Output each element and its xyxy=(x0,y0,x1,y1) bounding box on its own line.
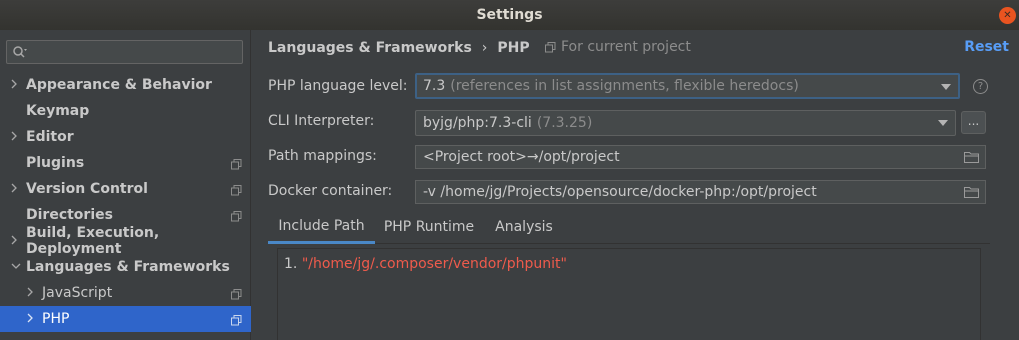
tab-label: PHP Runtime xyxy=(383,219,475,235)
path-mappings-label: Path mappings: xyxy=(268,148,377,164)
sidebar-item-editor[interactable]: Editor xyxy=(0,124,251,150)
search-icon xyxy=(13,46,27,58)
project-scope-icon xyxy=(231,184,242,200)
project-scope-icon xyxy=(231,288,242,304)
sidebar-item-label: Directories xyxy=(26,207,113,223)
sidebar-item-label: PHP xyxy=(42,311,70,327)
include-path-list[interactable]: 1. "/home/jg/.composer/vendor/phpunit" xyxy=(277,248,981,340)
language-level-label: PHP language level: xyxy=(268,78,408,94)
browse-interpreter-button[interactable]: ... xyxy=(961,111,986,134)
sidebar-item-label: Languages & Frameworks xyxy=(26,259,230,275)
sidebar-item-version-control[interactable]: Version Control xyxy=(0,176,251,202)
chevron-right-icon[interactable] xyxy=(26,312,36,326)
window-titlebar: Settings ✕ xyxy=(0,0,1019,30)
chevron-right-icon[interactable] xyxy=(10,78,20,92)
path-mappings-field[interactable]: <Project root>→/opt/project xyxy=(415,145,986,169)
include-path-value: "/home/jg/.composer/vendor/phpunit" xyxy=(301,256,567,272)
sidebar-item-keymap[interactable]: Keymap xyxy=(0,98,251,124)
sidebar-item-label: Plugins xyxy=(26,155,85,171)
window-title: Settings xyxy=(476,7,543,23)
sidebar-item-languages-frameworks[interactable]: Languages & Frameworks xyxy=(0,254,251,280)
sidebar-item-label: Appearance & Behavior xyxy=(26,77,212,93)
sidebar-item-php[interactable]: PHP xyxy=(0,306,251,332)
tab-analysis[interactable]: Analysis xyxy=(489,210,559,244)
scope-label: For current project xyxy=(561,39,691,55)
sidebar-item-label: Editor xyxy=(26,129,74,145)
tab-label: Include Path xyxy=(278,217,365,234)
breadcrumb-current: PHP xyxy=(497,40,530,56)
sidebar-item-appearance-behavior[interactable]: Appearance & Behavior xyxy=(0,72,251,98)
breadcrumb-separator: › xyxy=(481,40,488,56)
path-mappings-value: <Project root>→/opt/project xyxy=(423,149,620,165)
project-scope-icon xyxy=(231,314,242,330)
list-item[interactable]: 1. "/home/jg/.composer/vendor/phpunit" xyxy=(284,256,567,272)
folder-icon[interactable] xyxy=(964,151,979,163)
settings-content: Languages & Frameworks › PHP For current… xyxy=(252,30,1019,340)
chevron-right-icon[interactable] xyxy=(26,286,36,300)
reset-link[interactable]: Reset xyxy=(964,39,1009,55)
sidebar-item-build-execution-deployment[interactable]: Build, Execution, Deployment xyxy=(0,225,251,257)
help-glyph: ? xyxy=(977,81,984,92)
dropdown-arrow-icon xyxy=(938,120,948,126)
docker-container-field[interactable]: -v /home/jg/Projects/opensource/docker-p… xyxy=(415,180,986,204)
tab-label: Analysis xyxy=(495,219,553,235)
language-level-select[interactable]: 7.3 (references in list assignments, fle… xyxy=(415,73,960,99)
chevron-down-icon[interactable] xyxy=(10,260,21,274)
docker-container-label: Docker container: xyxy=(268,183,393,199)
list-item-index: 1. xyxy=(284,256,298,272)
tab-php-runtime[interactable]: PHP Runtime xyxy=(377,210,481,244)
breadcrumb-parent[interactable]: Languages & Frameworks xyxy=(268,40,472,56)
chevron-right-icon[interactable] xyxy=(10,182,20,196)
language-level-value: 7.3 xyxy=(423,78,446,94)
project-scope-icon xyxy=(231,210,242,226)
php-settings-tabs: Include Path PHP Runtime Analysis xyxy=(268,210,990,244)
sidebar-item-label: Keymap xyxy=(26,103,90,119)
sidebar-item-javascript[interactable]: JavaScript xyxy=(0,280,251,306)
close-window-button[interactable]: ✕ xyxy=(999,7,1016,24)
scope-indicator: For current project xyxy=(545,39,691,55)
language-level-hint: (references in list assignments, flexibl… xyxy=(450,78,799,94)
chevron-right-icon[interactable] xyxy=(10,234,20,248)
cli-interpreter-value: byjg/php:7.3-cli xyxy=(423,115,532,131)
project-scope-icon xyxy=(545,41,556,52)
sidebar-item-plugins[interactable]: Plugins xyxy=(0,150,251,176)
cli-interpreter-version: (7.3.25) xyxy=(536,115,593,131)
cli-interpreter-label: CLI Interpreter: xyxy=(268,113,375,129)
chevron-right-icon[interactable] xyxy=(10,130,20,144)
docker-container-value: -v /home/jg/Projects/opensource/docker-p… xyxy=(423,184,817,200)
ellipsis-icon: ... xyxy=(967,113,980,128)
close-icon: ✕ xyxy=(1003,10,1012,21)
sidebar-item-label: JavaScript xyxy=(42,285,113,301)
tab-include-path[interactable]: Include Path xyxy=(268,210,375,244)
settings-sidebar: Appearance & Behavior Keymap Editor Plug… xyxy=(0,30,251,340)
sidebar-item-label: Version Control xyxy=(26,181,148,197)
settings-search-input[interactable] xyxy=(6,40,243,64)
project-scope-icon xyxy=(231,158,242,174)
folder-icon[interactable] xyxy=(964,186,979,198)
dropdown-arrow-icon xyxy=(941,84,951,90)
help-icon[interactable]: ? xyxy=(973,79,988,94)
breadcrumb: Languages & Frameworks › PHP xyxy=(268,39,530,57)
sidebar-item-label: Build, Execution, Deployment xyxy=(26,225,160,257)
cli-interpreter-select[interactable]: byjg/php:7.3-cli (7.3.25) xyxy=(415,110,956,136)
